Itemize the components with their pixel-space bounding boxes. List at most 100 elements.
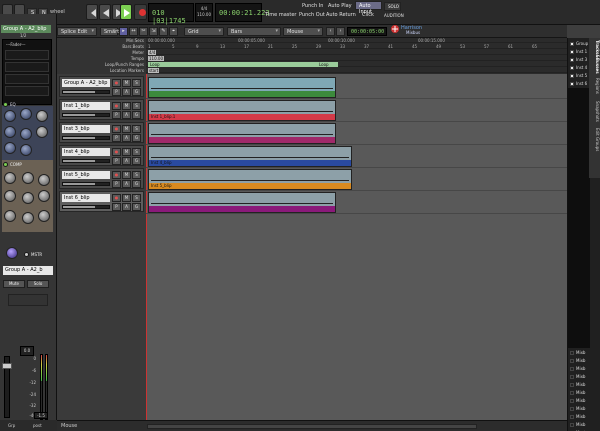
track-solo-button[interactable]: S [132, 194, 141, 202]
trim-knob[interactable] [6, 247, 18, 259]
bus-visibility-item[interactable]: Mixb [570, 421, 592, 428]
nudge-forward-icon[interactable]: › [336, 27, 345, 36]
track-mute-button[interactable]: M [122, 125, 131, 133]
strip-solo-button[interactable]: Solo [27, 280, 49, 288]
primary-clock[interactable]: 010 |03|1745 [148, 3, 194, 25]
range-tool-icon[interactable]: ↔ [129, 27, 138, 36]
track-auto-button[interactable]: A [122, 157, 131, 165]
track-lane[interactable]: Inst 4_blip [146, 145, 567, 168]
track-lane[interactable]: Inst 5_blip [146, 168, 567, 191]
goto-start-button[interactable] [86, 4, 98, 20]
meter-ruler[interactable]: 4/4 [146, 50, 567, 55]
bus-visibility-item[interactable]: Mixb [570, 365, 592, 372]
track-group-button[interactable]: G [132, 111, 141, 119]
track-play-button[interactable]: P [112, 203, 121, 211]
tab-regions[interactable]: Regions [589, 76, 600, 96]
bars-ruler[interactable]: 1 5 9 13 17 21 25 29 33 37 41 45 49 53 57 61 65 [146, 44, 567, 49]
meter-marker[interactable]: 4/4 [148, 50, 157, 55]
track-lane[interactable] [146, 76, 567, 99]
track-name[interactable]: Inst 6_blip [62, 194, 110, 202]
eq-low-knob[interactable] [4, 142, 16, 154]
eq-mid-knob[interactable] [4, 126, 16, 138]
track-gain-slider[interactable] [62, 159, 110, 163]
track-header[interactable]: Inst 4_blip ● M S P A G [59, 145, 144, 166]
track-rec-button[interactable]: ● [112, 148, 121, 156]
track-group-button[interactable]: G [132, 180, 141, 188]
meter-point-button[interactable]: post [33, 423, 42, 428]
track-group-button[interactable]: G [132, 134, 141, 142]
comp-makeup-knob[interactable] [22, 192, 34, 204]
editor-canvas[interactable]: Inst 1_blip.1 Inst 4_blip Inst 5_blip [146, 74, 567, 420]
audio-region[interactable]: Inst 1_blip.1 [148, 100, 336, 121]
eq-high-knob[interactable] [4, 110, 16, 122]
nudge-back-icon[interactable]: ‹ [326, 27, 335, 36]
checkbox-icon[interactable] [570, 407, 574, 411]
checkbox-icon[interactable] [570, 399, 574, 403]
checkbox-icon[interactable] [570, 351, 574, 355]
grab-tool-icon[interactable]: ▸ [119, 27, 128, 36]
track-header[interactable]: Inst 3_blip ● M S P A G [59, 122, 144, 143]
punch-out-button[interactable]: Punch Out [299, 12, 325, 18]
strip-mute-button[interactable]: Mute [3, 280, 25, 288]
tab-tracks-busses[interactable]: Tracks&Busses [589, 40, 600, 74]
track-rec-button[interactable]: ● [112, 171, 121, 179]
ruler-label-tempo[interactable]: Tempo [131, 56, 144, 61]
track-name[interactable]: Inst 3_blip [62, 125, 110, 133]
loop-punch-ruler[interactable]: Loop Loop [146, 62, 567, 67]
play-button[interactable] [120, 4, 132, 20]
master-assign-led[interactable] [24, 252, 29, 257]
track-rec-button[interactable]: ● [112, 79, 121, 87]
plugin-box[interactable]: ---Fader--- [2, 39, 52, 105]
punch-in-button[interactable]: Punch In [302, 3, 323, 9]
comp-release-knob[interactable] [38, 174, 50, 186]
draw-tool-icon[interactable]: ✎ [159, 27, 168, 36]
bus-visibility-item[interactable]: Mixb [570, 405, 592, 412]
track-auto-button[interactable]: A [122, 88, 131, 96]
strip-bottom-name[interactable]: Group A - A2_b [3, 266, 53, 275]
start-marker[interactable]: start [148, 68, 160, 73]
audio-region[interactable]: Inst 4_blip [148, 146, 352, 167]
track-lane[interactable] [146, 122, 567, 145]
send-2-knob[interactable] [4, 210, 16, 222]
tab-edit-groups[interactable]: Edit Groups [589, 126, 600, 154]
track-mute-button[interactable]: M [122, 194, 131, 202]
checkbox-icon[interactable] [570, 359, 574, 363]
eq-hpf-knob[interactable] [36, 110, 48, 122]
track-rec-button[interactable]: ● [112, 125, 121, 133]
audio-region[interactable] [148, 77, 336, 98]
checkbox-icon[interactable] [570, 383, 574, 387]
audio-region[interactable]: Inst 5_blip [148, 169, 352, 190]
track-name[interactable]: Inst 1_blip [62, 102, 110, 110]
bus-visibility-item[interactable]: Mixb [570, 381, 592, 388]
peak-display[interactable]: -1.5 [34, 412, 48, 419]
track-name[interactable]: Inst 5_blip [62, 171, 110, 179]
nudge-clock[interactable]: 00:00:05:00 [347, 27, 387, 36]
minsecs-ruler[interactable]: 00:00:00.000 00:00:05.000 00:00:10.000 0… [146, 38, 567, 43]
track-solo-button[interactable]: S [132, 125, 141, 133]
cut-tool-icon[interactable]: ✂ [139, 27, 148, 36]
track-gain-slider[interactable] [62, 205, 110, 209]
track-solo-button[interactable]: S [132, 171, 141, 179]
track-rec-button[interactable]: ● [112, 102, 121, 110]
edit-mode-select[interactable]: Splice Edit [57, 27, 97, 36]
record-button[interactable] [134, 4, 147, 20]
track-mute-button[interactable]: M [122, 102, 131, 110]
audio-region[interactable] [148, 123, 336, 144]
eq-high-freq-knob[interactable] [20, 108, 32, 120]
track-solo-button[interactable]: S [132, 102, 141, 110]
track-header[interactable]: Inst 6_blip ● M S P A G [59, 191, 144, 212]
audition-indicator[interactable]: AUDITION [384, 13, 404, 18]
track-gain-slider[interactable] [62, 90, 110, 94]
track-group-button[interactable]: G [132, 88, 141, 96]
group-button[interactable]: Grp [8, 423, 15, 428]
track-mute-button[interactable]: M [122, 79, 131, 87]
track-auto-button[interactable]: A [122, 111, 131, 119]
track-auto-button[interactable]: A [122, 180, 131, 188]
sync-status[interactable]: Time master [265, 12, 296, 18]
fader-handle[interactable] [2, 363, 12, 369]
bus-visibility-item[interactable]: Mixb [570, 349, 592, 356]
solo-indicator[interactable]: SOLO [384, 2, 401, 11]
ruler-label-loop-punch[interactable]: Loop/Punch Ranges [105, 62, 144, 67]
strip-name-button[interactable]: Group A - A2_blip [1, 25, 51, 33]
zoom-focus-status[interactable]: Mouse [61, 423, 77, 429]
